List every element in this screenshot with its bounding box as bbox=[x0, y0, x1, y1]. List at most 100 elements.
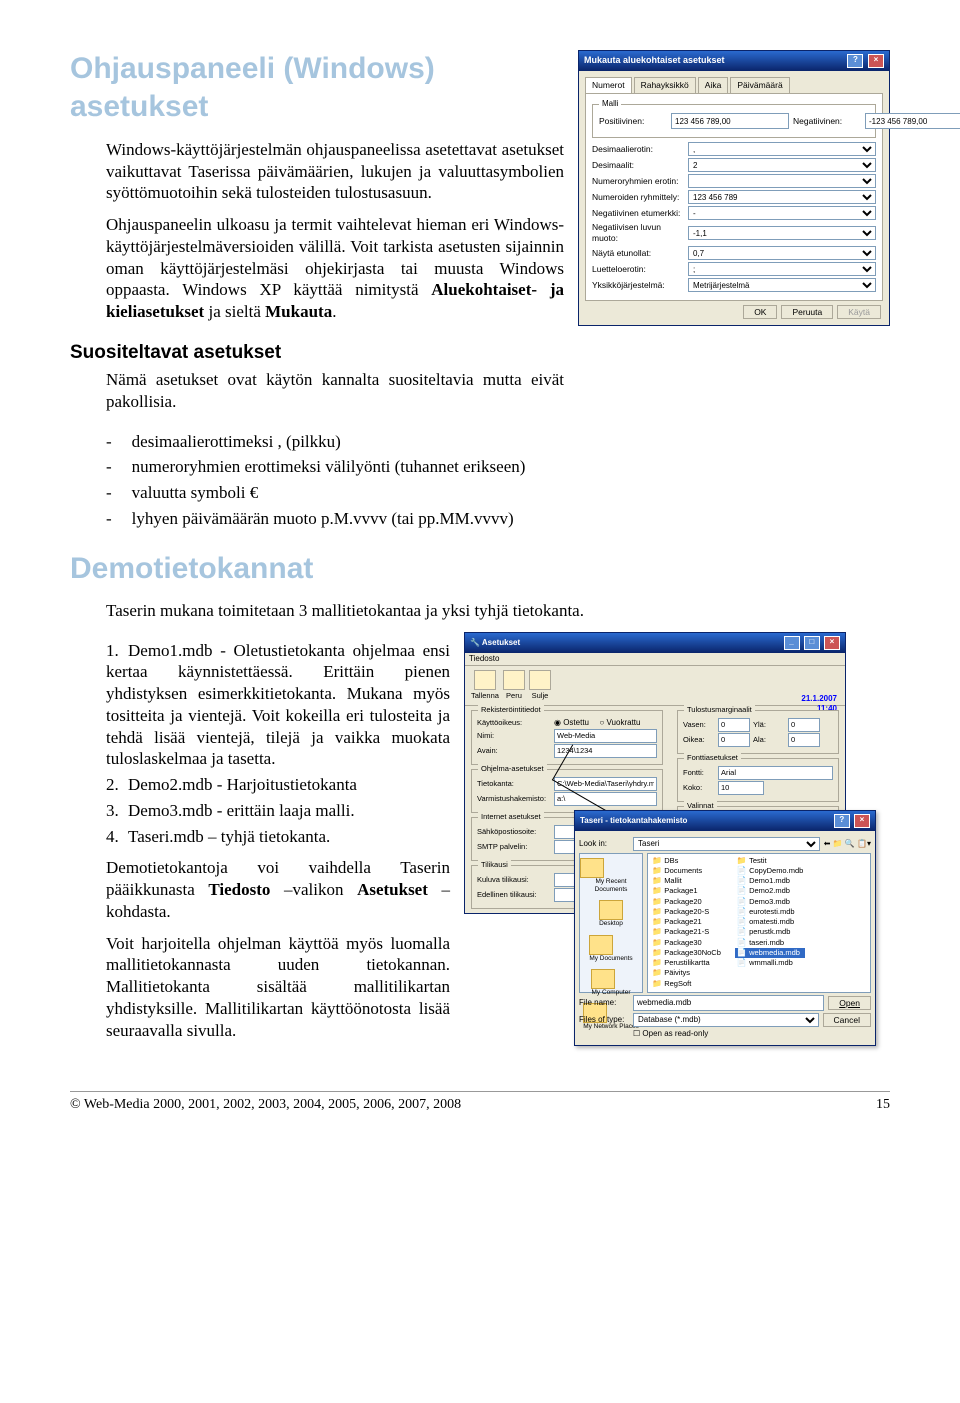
footer-copyright: © Web-Media 2000, 2001, 2002, 2003, 2004… bbox=[70, 1096, 461, 1114]
group-options: Valinnat bbox=[684, 801, 717, 811]
list-item: 1.Demo1.mdb - Oletustietokanta ohjelmaa … bbox=[106, 640, 450, 771]
folder-item[interactable]: Documents bbox=[650, 866, 723, 876]
save-button[interactable]: Tallenna bbox=[471, 670, 499, 701]
tabs: Numerot Rahayksikkö Aika Päivämäärä bbox=[585, 77, 883, 94]
help-icon[interactable]: ? bbox=[834, 814, 850, 828]
locale-select[interactable]: Metrijärjestelmä bbox=[688, 278, 876, 292]
locale-select[interactable]: , bbox=[688, 142, 876, 156]
locale-select[interactable]: ; bbox=[688, 262, 876, 276]
label-positive: Positiivinen: bbox=[599, 116, 667, 127]
close-icon[interactable]: × bbox=[868, 54, 884, 68]
regional-settings-dialog: Mukauta aluekohtaiset asetukset ? × Nume… bbox=[578, 50, 890, 326]
folder-item[interactable]: Package30NoCb bbox=[650, 948, 723, 958]
minimize-icon[interactable]: _ bbox=[784, 636, 800, 650]
places-item[interactable]: My Computer bbox=[591, 969, 630, 997]
para-variants: Ohjauspaneelin ulkoasu ja termit vaihtel… bbox=[106, 214, 564, 323]
para-switch: Demotietokantoja voi vaihdella Taserin p… bbox=[106, 857, 450, 922]
file-item[interactable]: CopyDemo.mdb bbox=[735, 866, 805, 876]
cancel-button[interactable]: Cancel bbox=[823, 1013, 871, 1027]
help-icon[interactable]: ? bbox=[847, 54, 863, 68]
apply-button[interactable]: Käytä bbox=[837, 305, 881, 319]
close-button[interactable]: Sulje bbox=[529, 670, 551, 701]
places-item[interactable]: My Documents bbox=[589, 935, 632, 963]
file-item[interactable]: wmmalli.mdb bbox=[735, 958, 805, 968]
chk-readonly[interactable]: Open as read-only bbox=[633, 1029, 708, 1039]
group-margins: Tulostusmarginaalit bbox=[684, 705, 755, 715]
radio-vuokrattu[interactable]: Vuokrattu bbox=[599, 718, 640, 728]
folder-item[interactable]: RegSoft bbox=[650, 979, 723, 989]
file-item[interactable]: Demo1.mdb bbox=[735, 876, 805, 886]
folder-item[interactable]: Package1 bbox=[650, 886, 723, 896]
demo-db-list: 1.Demo1.mdb - Oletustietokanta ohjelmaa … bbox=[106, 640, 450, 848]
para-recommended: Nämä asetukset ovat käytön kannalta suos… bbox=[106, 369, 564, 413]
tab-numerot[interactable]: Numerot bbox=[585, 77, 632, 93]
label-negative: Negatiivinen: bbox=[793, 116, 861, 127]
places-item[interactable]: My Recent Documents bbox=[580, 858, 642, 895]
file-item[interactable]: taseri.mdb bbox=[735, 938, 805, 948]
list-item: 2.Demo2.mdb - Harjoitustietokanta bbox=[106, 774, 450, 796]
places-sidebar[interactable]: My Recent DocumentsDesktopMy DocumentsMy… bbox=[579, 853, 643, 993]
tab-paivamaara[interactable]: Päivämäärä bbox=[730, 77, 789, 93]
places-item[interactable]: Desktop bbox=[599, 900, 623, 928]
tab-aika[interactable]: Aika bbox=[698, 77, 729, 93]
group-reg: Rekisteröintitiedot bbox=[478, 705, 544, 715]
open-button[interactable]: Open bbox=[828, 996, 871, 1010]
file-item[interactable]: webmedia.mdb bbox=[735, 948, 805, 958]
locale-select[interactable]: - bbox=[688, 206, 876, 220]
file-list[interactable]: DBsDocumentsMallitPackage1Package20Packa… bbox=[647, 853, 871, 993]
group-font: Fonttiasetukset bbox=[684, 753, 741, 763]
filetype-select[interactable]: Database (*.mdb) bbox=[633, 1013, 819, 1027]
folder-item[interactable]: Mallit bbox=[650, 876, 723, 886]
folder-item[interactable]: Package21 bbox=[650, 917, 723, 927]
locale-select[interactable]: 2 bbox=[688, 158, 876, 172]
menu-tiedosto[interactable]: Tiedosto bbox=[465, 653, 845, 666]
input-filename[interactable] bbox=[633, 995, 824, 1011]
page-number: 15 bbox=[876, 1096, 890, 1114]
asetukset-title: 🔧 Asetukset bbox=[470, 638, 520, 648]
maximize-icon[interactable]: □ bbox=[804, 636, 820, 650]
para-intro: Windows-käyttöjärjestelmän ohjauspaneeli… bbox=[106, 139, 564, 204]
file-item[interactable]: omatesti.mdb bbox=[735, 917, 805, 927]
folder-item[interactable]: Perustilikartta bbox=[650, 958, 723, 968]
subheading-recommended: Suositeltavat asetukset bbox=[70, 341, 564, 365]
radio-ostettu[interactable]: Ostettu bbox=[554, 718, 589, 728]
folder-item[interactable]: DBs bbox=[650, 856, 723, 866]
list-item: numeroryhmien erottimeksi välilyönti (tu… bbox=[106, 456, 890, 478]
folder-item[interactable]: Package30 bbox=[650, 938, 723, 948]
ok-button[interactable]: OK bbox=[743, 305, 777, 319]
list-item: 3.Demo3.mdb - erittäin laaja malli. bbox=[106, 800, 450, 822]
group-program: Ohjelma-asetukset bbox=[478, 764, 547, 774]
input-positive[interactable] bbox=[671, 113, 789, 129]
nav-icons[interactable]: ⬅ 📁 🔍 📋▾ bbox=[824, 839, 871, 849]
group-period: Tilikausi bbox=[478, 860, 511, 870]
folder-item[interactable]: Package21-S bbox=[650, 927, 723, 937]
input-nimi[interactable] bbox=[554, 729, 657, 743]
cancel-button[interactable]: Peruuta bbox=[781, 305, 833, 319]
folder-item[interactable]: Package20 bbox=[650, 897, 723, 907]
input-negative[interactable] bbox=[865, 113, 960, 129]
heading-demodb: Demotietokannat bbox=[70, 550, 890, 588]
folder-item[interactable]: Testit bbox=[735, 856, 805, 866]
close-icon[interactable]: × bbox=[854, 814, 870, 828]
file-item[interactable]: Demo3.mdb bbox=[735, 897, 805, 907]
dialog-title: Mukauta aluekohtaiset asetukset bbox=[584, 55, 725, 67]
list-item: 4.Taseri.mdb – tyhjä tietokanta. bbox=[106, 826, 450, 848]
close-icon[interactable]: × bbox=[824, 636, 840, 650]
locale-select[interactable] bbox=[688, 174, 876, 188]
folder-item[interactable]: Package20-S bbox=[650, 907, 723, 917]
browse-title: Taseri - tietokantahakemisto bbox=[580, 816, 687, 826]
lookin-select[interactable]: Taseri bbox=[633, 837, 820, 851]
locale-select[interactable]: -1,1 bbox=[688, 226, 876, 240]
recommended-list: desimaalierottimeksi , (pilkku)numeroryh… bbox=[106, 431, 890, 530]
file-item[interactable]: Demo2.mdb bbox=[735, 886, 805, 896]
list-item: lyhyen päivämäärän muoto p.M.vvvv (tai p… bbox=[106, 508, 890, 530]
para-demodb-intro: Taserin mukana toimitetaan 3 mallitietok… bbox=[106, 600, 890, 622]
tab-rahayksikko[interactable]: Rahayksikkö bbox=[634, 77, 696, 93]
group-internet: Internet asetukset bbox=[478, 812, 544, 822]
file-item[interactable]: eurotesti.mdb bbox=[735, 907, 805, 917]
folder-item[interactable]: Päivitys bbox=[650, 968, 723, 978]
locale-select[interactable]: 0,7 bbox=[688, 246, 876, 260]
file-item[interactable]: perustk.mdb bbox=[735, 927, 805, 937]
locale-select[interactable]: 123 456 789 bbox=[688, 190, 876, 204]
undo-button[interactable]: Peru bbox=[503, 670, 525, 701]
